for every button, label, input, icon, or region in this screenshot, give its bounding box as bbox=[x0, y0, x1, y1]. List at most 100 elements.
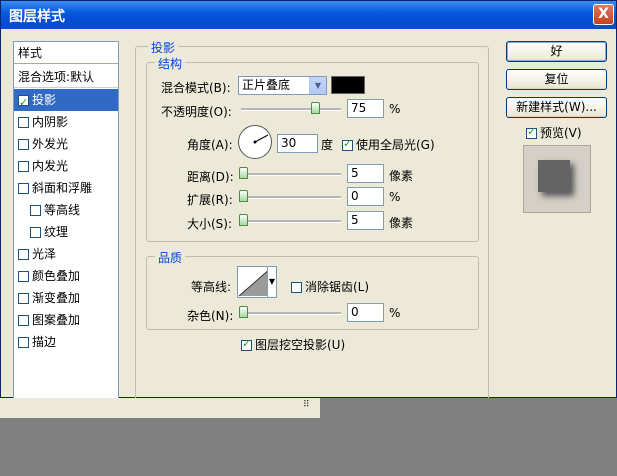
chevron-down-icon: ▼ bbox=[309, 77, 326, 94]
style-item-label: 描边 bbox=[32, 335, 57, 349]
checkbox-icon[interactable] bbox=[18, 315, 29, 326]
style-item-label: 光泽 bbox=[32, 247, 57, 261]
opacity-slider[interactable] bbox=[241, 102, 341, 114]
preview-swatch bbox=[538, 160, 570, 192]
style-item-label: 外发光 bbox=[32, 137, 69, 151]
style-item-label: 投影 bbox=[32, 93, 57, 107]
knockout-checkbox[interactable]: 图层挖空投影(U) bbox=[241, 336, 345, 353]
spread-input[interactable]: 0 bbox=[347, 187, 384, 206]
style-item[interactable]: 图案叠加 bbox=[14, 309, 118, 331]
drop-shadow-title: 投影 bbox=[148, 39, 179, 56]
style-item[interactable]: 内发光 bbox=[14, 155, 118, 177]
chevron-down-icon: ▼ bbox=[268, 277, 276, 286]
angle-input[interactable]: 30 bbox=[277, 134, 318, 153]
checkbox-icon[interactable] bbox=[18, 271, 29, 282]
noise-input[interactable]: 0 bbox=[347, 303, 384, 322]
checkbox-icon bbox=[241, 337, 252, 351]
spread-unit: % bbox=[389, 190, 401, 204]
distance-slider[interactable] bbox=[239, 167, 341, 179]
new-style-button[interactable]: 新建样式(W)... bbox=[506, 97, 607, 118]
spread-slider[interactable] bbox=[239, 190, 341, 202]
checkbox-icon[interactable] bbox=[18, 249, 29, 260]
checkbox-icon[interactable] bbox=[30, 227, 41, 238]
checkbox-icon[interactable] bbox=[30, 205, 41, 216]
checkbox-icon[interactable] bbox=[18, 139, 29, 150]
style-item[interactable]: 等高线 bbox=[14, 199, 118, 221]
ok-button[interactable]: 好 bbox=[506, 41, 607, 62]
angle-unit: 度 bbox=[321, 138, 334, 152]
checkbox-icon[interactable] bbox=[18, 183, 29, 194]
structure-title: 结构 bbox=[155, 55, 186, 72]
opacity-input[interactable]: 75 bbox=[347, 99, 384, 118]
distance-slider-thumb[interactable] bbox=[239, 167, 248, 179]
style-list: 样式 混合选项:默认 投影内阴影外发光内发光斜面和浮雕等高线纹理光泽颜色叠加渐变… bbox=[13, 41, 119, 417]
distance-unit: 像素 bbox=[389, 169, 414, 183]
style-item-label: 颜色叠加 bbox=[32, 269, 81, 283]
contour-label: 等高线: bbox=[191, 280, 232, 294]
reset-button[interactable]: 复位 bbox=[506, 69, 607, 90]
distance-label: 距离(D): bbox=[187, 170, 234, 184]
distance-input[interactable]: 5 bbox=[347, 164, 384, 183]
noise-slider[interactable] bbox=[239, 306, 341, 318]
title-bar: 图层样式 X bbox=[1, 1, 616, 29]
noise-slider-thumb[interactable] bbox=[239, 306, 248, 318]
style-item[interactable]: 内阴影 bbox=[14, 111, 118, 133]
global-light-checkbox[interactable]: 使用全局光(G) bbox=[342, 136, 435, 153]
angle-needle-icon bbox=[253, 134, 269, 144]
style-item-label: 等高线 bbox=[44, 203, 81, 217]
style-item[interactable]: 外发光 bbox=[14, 133, 118, 155]
close-button[interactable]: X bbox=[593, 4, 614, 25]
angle-label: 角度(A): bbox=[187, 138, 233, 152]
checkbox-icon bbox=[342, 137, 353, 151]
style-item[interactable]: 斜面和浮雕 bbox=[14, 177, 118, 199]
checkbox-icon[interactable] bbox=[18, 337, 29, 348]
size-input[interactable]: 5 bbox=[347, 211, 384, 230]
antialias-label: 消除锯齿(L) bbox=[305, 280, 370, 294]
angle-dial[interactable] bbox=[238, 125, 272, 159]
opacity-slider-thumb[interactable] bbox=[311, 102, 320, 114]
contour-dropdown[interactable]: ▼ bbox=[267, 266, 277, 298]
style-item[interactable]: 纹理 bbox=[14, 221, 118, 243]
style-item[interactable]: 描边 bbox=[14, 331, 118, 353]
size-unit: 像素 bbox=[389, 216, 414, 230]
style-item-label: 内发光 bbox=[32, 159, 69, 173]
resize-grip-icon[interactable]: ⠿ bbox=[303, 400, 317, 412]
style-item-label: 斜面和浮雕 bbox=[32, 181, 93, 195]
noise-label: 杂色(N): bbox=[187, 309, 234, 323]
spread-label: 扩展(R): bbox=[187, 193, 233, 207]
global-light-label: 使用全局光(G) bbox=[356, 138, 435, 152]
checkbox-icon bbox=[291, 282, 302, 293]
opacity-unit: % bbox=[389, 102, 401, 116]
preview-checkbox[interactable]: 预览(V) bbox=[526, 124, 582, 141]
blend-mode-value: 正片叠底 bbox=[242, 78, 291, 92]
style-item[interactable]: 渐变叠加 bbox=[14, 287, 118, 309]
shadow-color-swatch[interactable] bbox=[331, 76, 365, 94]
checkbox-icon[interactable] bbox=[18, 293, 29, 304]
spread-slider-thumb[interactable] bbox=[239, 190, 248, 202]
checkbox-icon bbox=[526, 125, 537, 139]
style-item-label: 纹理 bbox=[44, 225, 69, 239]
style-item[interactable]: 光泽 bbox=[14, 243, 118, 265]
blend-options-item[interactable]: 混合选项:默认 bbox=[14, 66, 118, 88]
preview-label: 预览(V) bbox=[540, 126, 582, 140]
noise-unit: % bbox=[389, 306, 401, 320]
opacity-label: 不透明度(O): bbox=[161, 105, 232, 119]
quality-title: 品质 bbox=[155, 249, 186, 266]
checkbox-icon[interactable] bbox=[18, 117, 29, 128]
style-item[interactable]: 颜色叠加 bbox=[14, 265, 118, 287]
antialias-checkbox[interactable]: 消除锯齿(L) bbox=[291, 278, 369, 295]
knockout-label: 图层挖空投影(U) bbox=[255, 338, 346, 352]
style-item-label: 内阴影 bbox=[32, 115, 69, 129]
blend-mode-select[interactable]: 正片叠底 ▼ bbox=[238, 76, 327, 95]
size-slider-thumb[interactable] bbox=[239, 214, 248, 226]
size-label: 大小(S): bbox=[187, 217, 233, 231]
blend-mode-label: 混合模式(B): bbox=[161, 81, 231, 95]
checkbox-icon[interactable] bbox=[18, 161, 29, 172]
style-item-label: 渐变叠加 bbox=[32, 291, 81, 305]
window-title: 图层样式 bbox=[9, 9, 65, 25]
checkbox-icon[interactable] bbox=[18, 92, 29, 114]
style-list-header[interactable]: 样式 bbox=[14, 42, 118, 64]
style-item-label: 图案叠加 bbox=[32, 313, 81, 327]
style-item[interactable]: 投影 bbox=[14, 89, 118, 114]
size-slider[interactable] bbox=[239, 214, 341, 226]
